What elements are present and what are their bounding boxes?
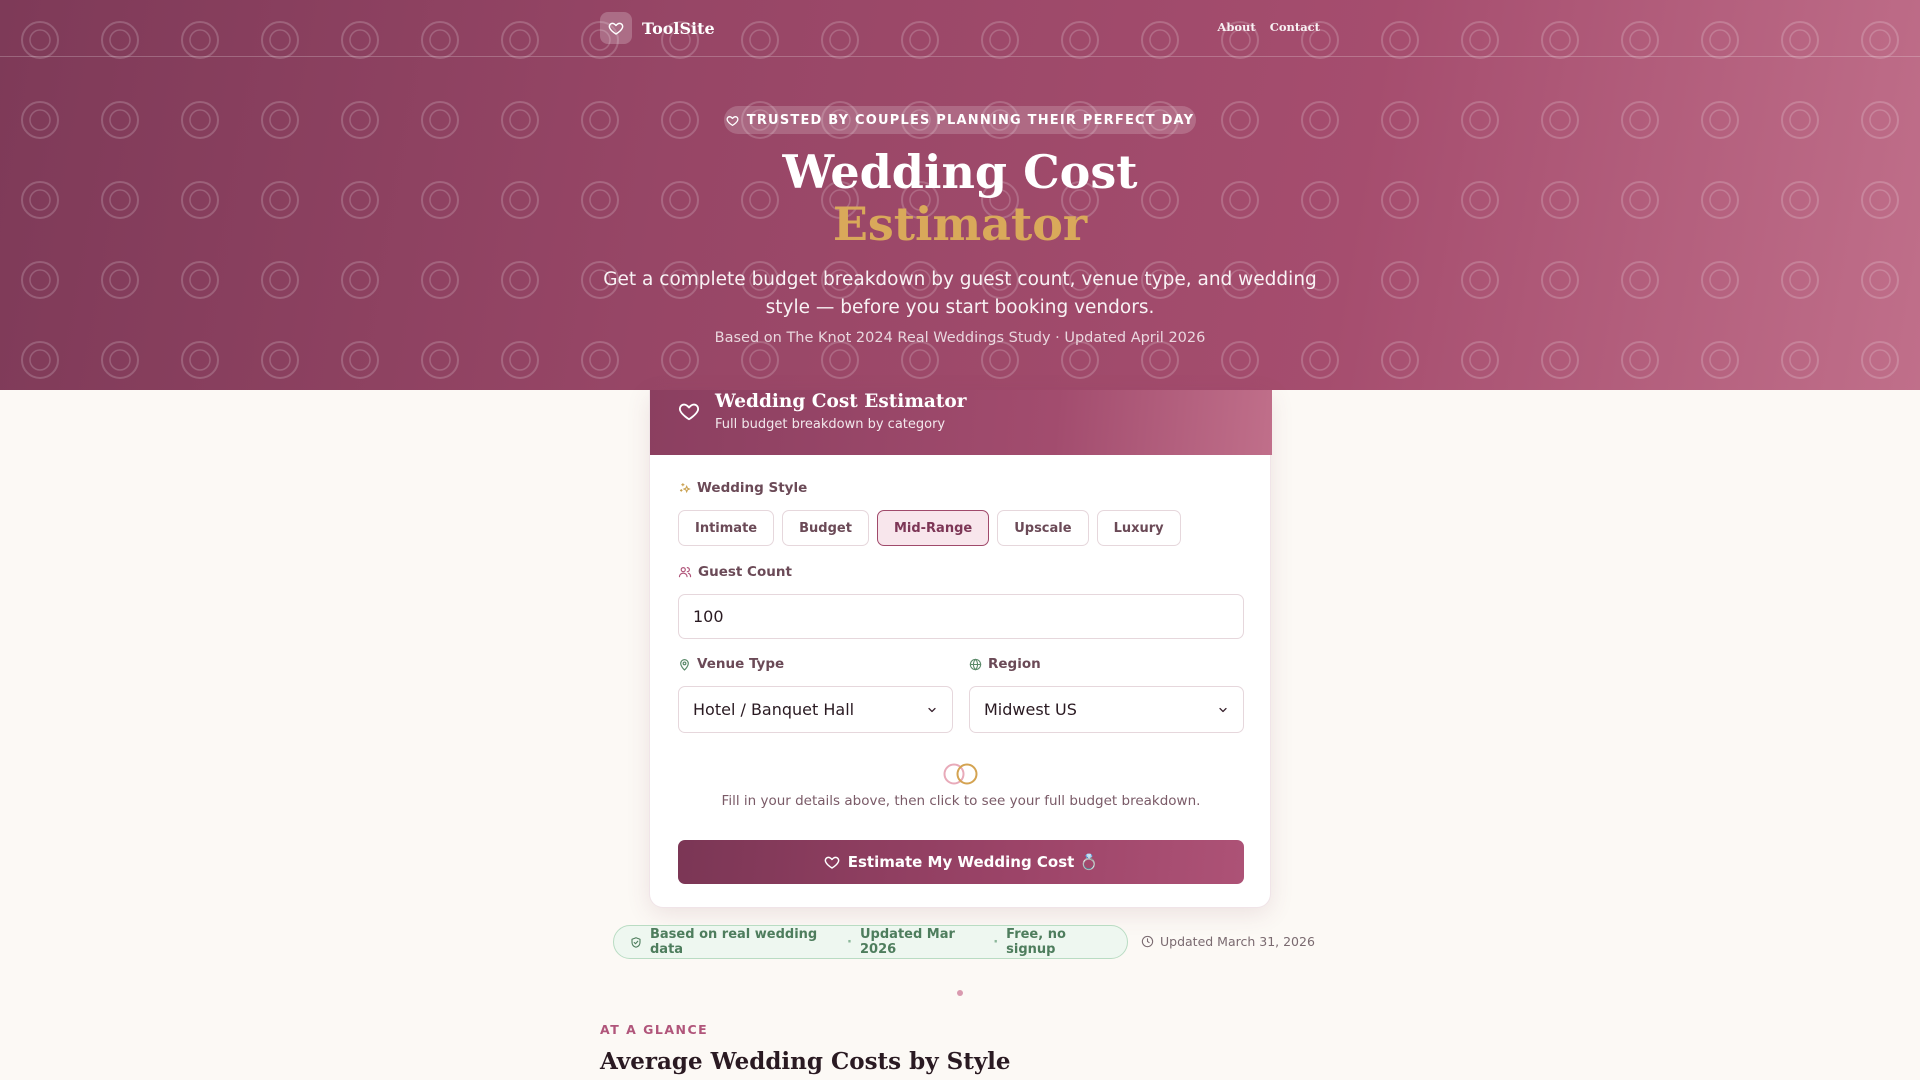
region-value: Midwest US [984, 700, 1077, 719]
chevron-down-icon [928, 707, 936, 712]
badge-updated: Updated Mar 2026 [860, 927, 955, 957]
heart-icon [726, 115, 739, 126]
nav-links: About Contact [1217, 20, 1320, 34]
nav-link-about[interactable]: About [1217, 20, 1255, 34]
region-label: Region [969, 656, 1041, 672]
guest-count-label: Guest Count [678, 564, 792, 580]
style-option-mid-range[interactable]: Mid-Range [876, 510, 990, 546]
last-updated-text: Updated March 31, 2026 [1160, 934, 1315, 949]
clock-icon [1141, 935, 1154, 948]
sparkles-icon [679, 482, 691, 493]
trust-badge-strip: Based on real wedding data · Updated Mar… [613, 925, 1128, 959]
card-header: Wedding Cost Estimator Full budget break… [650, 390, 1272, 455]
wedding-style-label: Wedding Style [678, 480, 807, 496]
style-option-upscale[interactable]: Upscale [997, 510, 1089, 546]
map-pin-icon [680, 658, 689, 671]
badge-free: Free, no signup [1006, 927, 1066, 957]
brand-name: ToolSite [642, 18, 715, 38]
page-title-line1: Wedding Cost [782, 145, 1138, 199]
heart-icon [678, 403, 700, 421]
wedding-style-options: Intimate Budget Mid-Range Upscale Luxury [678, 510, 1181, 546]
top-navbar: ToolSite About Contact [0, 0, 1920, 57]
estimate-button-label: Estimate My Wedding Cost 💍 [847, 853, 1099, 871]
globe-icon [969, 658, 982, 670]
region-select[interactable]: Midwest US [969, 686, 1244, 733]
nav-link-contact[interactable]: Contact [1270, 20, 1320, 34]
trust-badge: TRUSTED BY COUPLES PLANNING THEIR PERFEC… [724, 106, 1196, 134]
venue-type-label: Venue Type [678, 656, 784, 672]
badge-real-data: Based on real wedding data [650, 927, 818, 957]
instructions-hint: Fill in your details above, then click t… [721, 793, 1201, 809]
page-title-accent: Estimator [832, 197, 1088, 251]
page-title: Wedding Cost Estimator [0, 146, 1920, 250]
estimator-card: Wedding Cost Estimator Full budget break… [649, 390, 1272, 908]
guest-count-input[interactable] [678, 594, 1244, 639]
venue-type-select[interactable]: Hotel / Banquet Hall [678, 686, 953, 733]
heart-icon [824, 856, 840, 869]
style-option-budget[interactable]: Budget [782, 510, 869, 546]
estimate-button[interactable]: Estimate My Wedding Cost 💍 [678, 840, 1244, 884]
brand[interactable]: ToolSite [600, 12, 715, 44]
style-option-intimate[interactable]: Intimate [678, 510, 775, 546]
hero-banner: ToolSite About Contact TRUSTED BY COUPLE… [0, 0, 1920, 390]
card-subtitle: Full budget breakdown by category [715, 417, 946, 432]
hero-subtitle: Get a complete budget breakdown by guest… [603, 269, 1317, 318]
divider-dot [957, 990, 963, 996]
trust-badge-text: TRUSTED BY COUPLES PLANNING THEIR PERFEC… [746, 112, 1195, 128]
heart-logo-icon [600, 12, 632, 44]
wedding-rings-icon [943, 763, 978, 785]
style-option-luxury[interactable]: Luxury [1096, 510, 1181, 546]
venue-type-value: Hotel / Banquet Hall [693, 700, 855, 719]
card-title: Wedding Cost Estimator [715, 391, 967, 412]
section-eyebrow: AT A GLANCE [600, 1022, 709, 1037]
shield-check-icon [631, 936, 641, 948]
hero-source-note: Based on The Knot 2024 Real Weddings Stu… [714, 330, 1206, 346]
last-updated: Updated March 31, 2026 [1141, 934, 1315, 949]
chevron-down-icon [1219, 707, 1227, 712]
users-icon [678, 567, 692, 578]
section-title: Average Wedding Costs by Style [600, 1048, 1011, 1075]
